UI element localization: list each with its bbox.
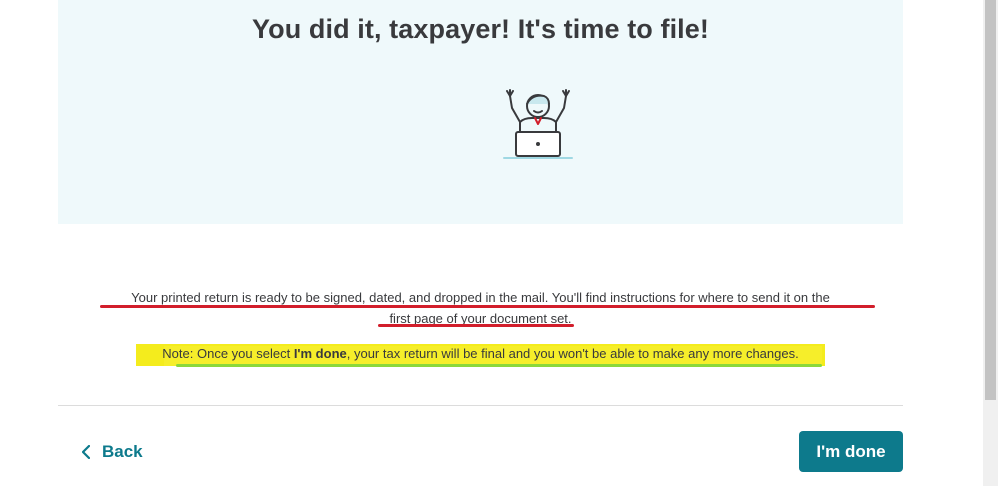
scrollbar-thumb[interactable] [985,0,996,400]
footer-divider [58,405,903,406]
note-emphasis: I'm done [293,346,347,361]
note-highlight: Note: Once you select I'm done, your tax… [136,344,825,366]
chevron-left-icon [82,445,90,459]
celebrating-person-laptop-icon [498,84,578,162]
annotation-underline-red [100,305,875,308]
vertical-scrollbar[interactable] [983,0,998,486]
back-button[interactable]: Back [82,438,143,466]
annotation-underline-red [378,324,574,327]
annotation-underline-green [176,364,822,367]
note-prefix: Note: Once you select [162,346,294,361]
back-label: Back [102,442,143,461]
note-suffix: , your tax return will be final and you … [346,346,799,361]
im-done-button[interactable]: I'm done [799,431,903,472]
final-note: Note: Once you select I'm done, your tax… [136,346,825,361]
page-title: You did it, taxpayer! It's time to file! [252,14,709,44]
print-instructions-message: Your printed return is ready to be signe… [58,287,903,329]
hero-panel: You did it, taxpayer! It's time to file! [58,0,903,224]
